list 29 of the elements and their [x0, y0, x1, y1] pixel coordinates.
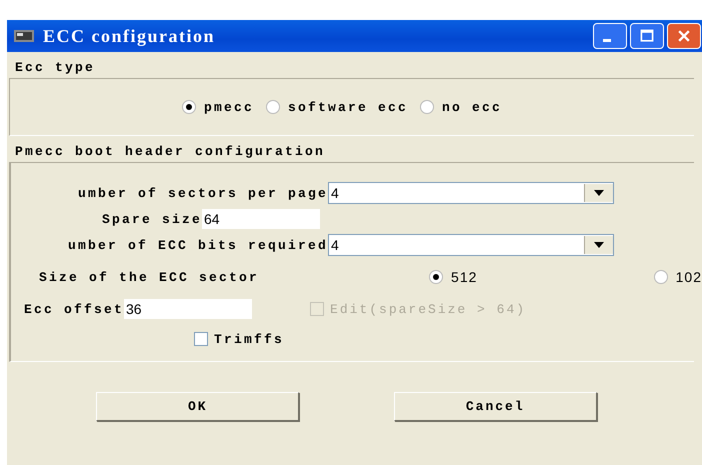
group-title: Pmecc boot header configuration	[15, 144, 326, 160]
checkbox[interactable]: Trimffs	[194, 332, 284, 346]
radio-option[interactable]: 512	[429, 269, 478, 285]
ok-button[interactable]: OK	[96, 392, 300, 421]
field-label: Ecc offset	[24, 302, 124, 316]
radio-option[interactable]: software ecc	[266, 100, 408, 114]
minimize-button[interactable]	[593, 23, 627, 49]
close-icon	[676, 28, 692, 44]
window-title: ECC configuration	[43, 26, 216, 46]
field-label: umber of ECC bits required	[66, 238, 328, 252]
minimize-icon	[603, 38, 611, 42]
field-label: Size of the ECC sector	[39, 270, 260, 284]
radio-option[interactable]: pmecc	[182, 100, 254, 114]
field-label: Spare size	[100, 212, 202, 226]
caret-icon	[584, 184, 613, 202]
input-field[interactable]: 64	[202, 209, 320, 229]
maximize-button[interactable]	[630, 23, 664, 49]
dropdown[interactable]: 4	[328, 182, 614, 204]
radio-option[interactable]: 102	[654, 269, 702, 285]
dropdown[interactable]: 4	[328, 234, 614, 256]
chip-icon	[13, 28, 35, 44]
caret-icon	[584, 236, 613, 254]
field-label: umber of sectors per page	[76, 186, 328, 200]
cancel-button[interactable]: Cancel	[394, 392, 597, 421]
maximize-icon	[639, 28, 655, 44]
group-title: Ecc type	[15, 60, 96, 76]
close-button[interactable]	[667, 23, 701, 49]
radio-option[interactable]: no ecc	[420, 100, 502, 114]
input-field[interactable]: 36	[124, 299, 252, 319]
